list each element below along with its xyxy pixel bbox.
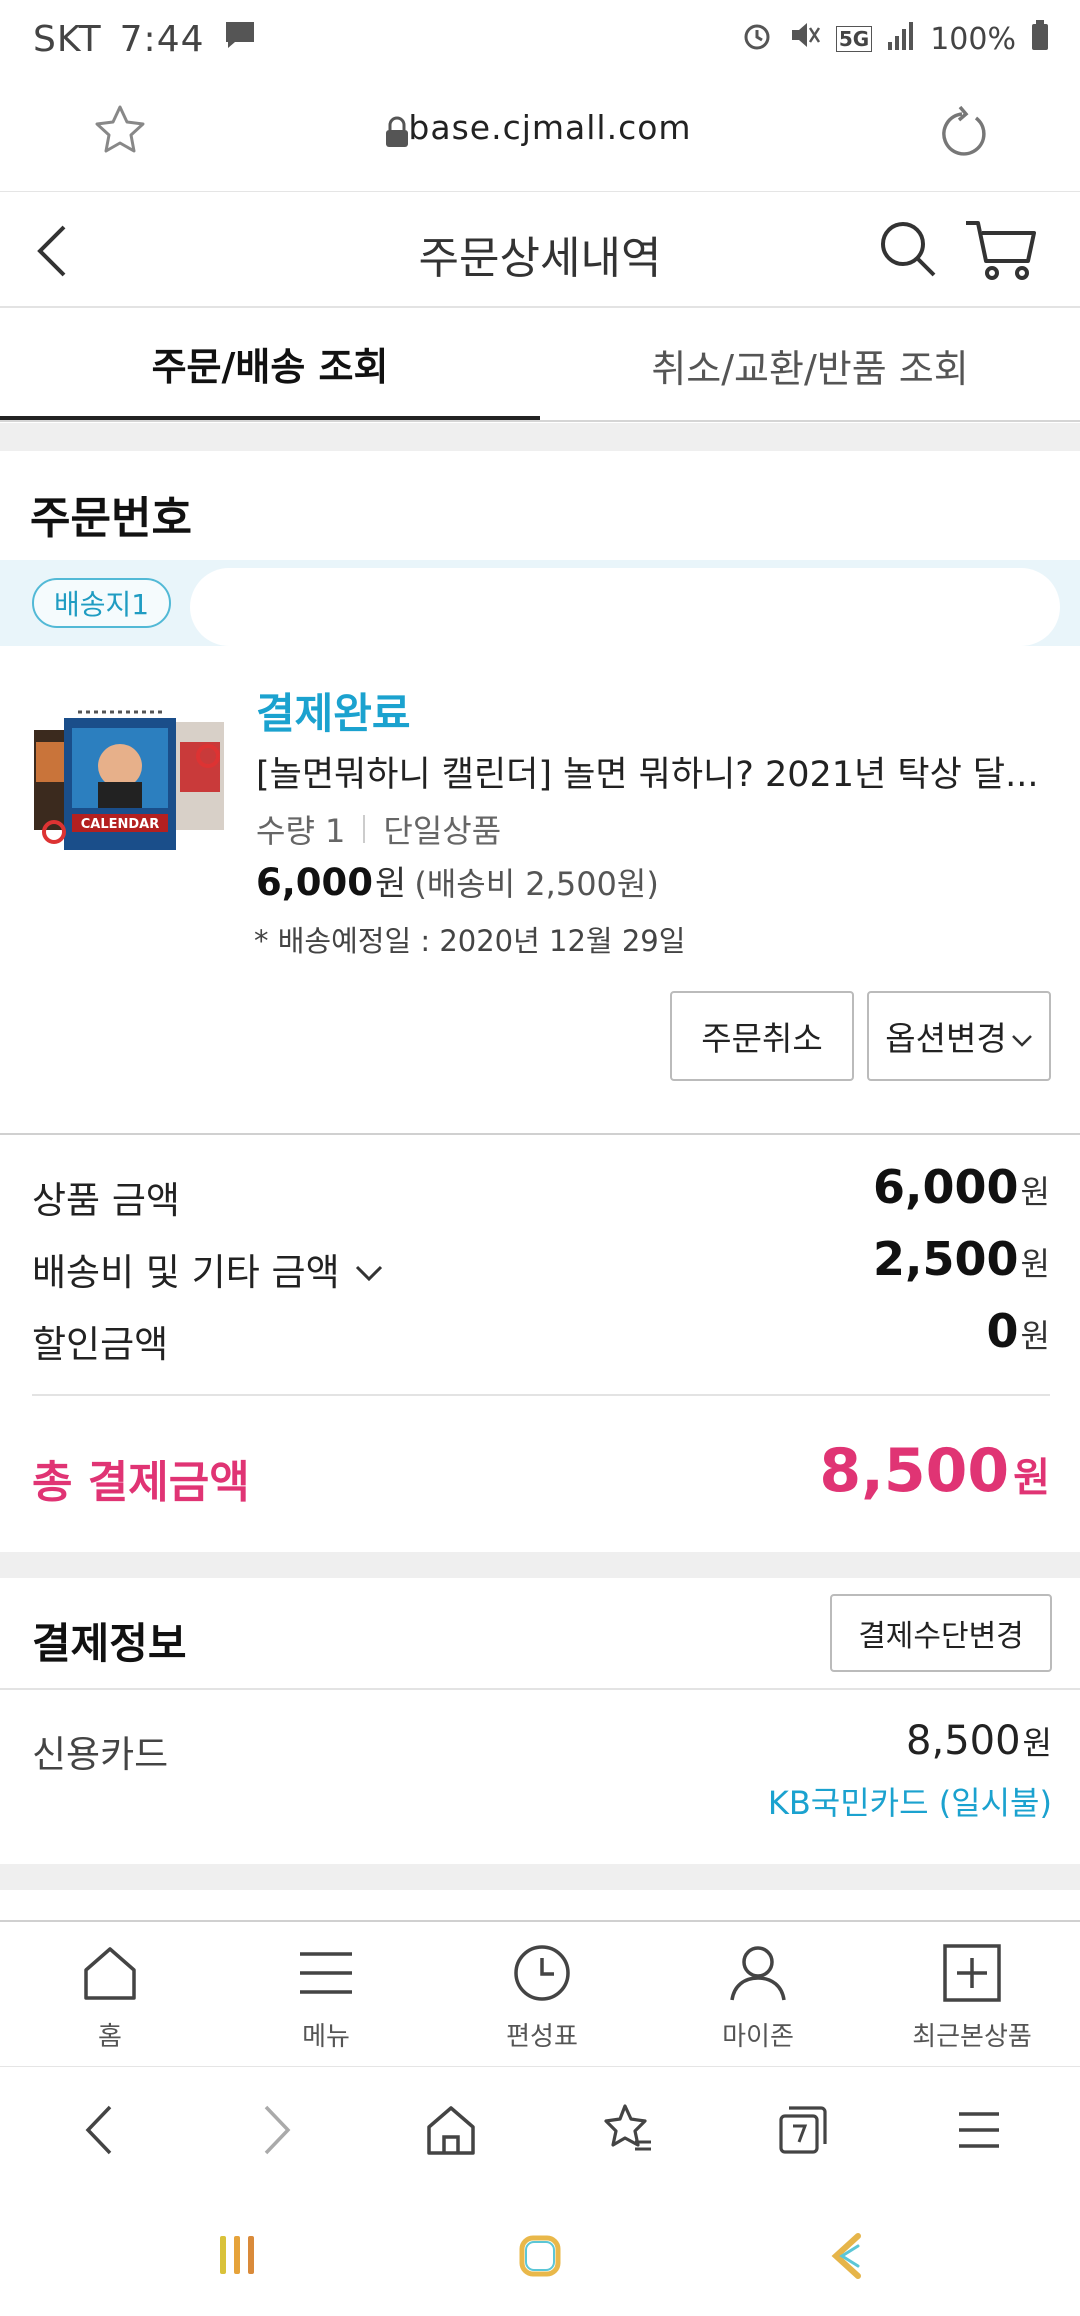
clock: 7:44 bbox=[119, 19, 205, 60]
product-image[interactable]: CALENDAR bbox=[34, 682, 226, 866]
summary-discount-label: 할인금액 bbox=[32, 1323, 169, 1366]
quantity-label: 수량 1 bbox=[256, 812, 346, 850]
shipping-address-redacted bbox=[190, 568, 1060, 646]
price-row: 6,000 원 (배송비 2,500원) bbox=[256, 856, 659, 905]
section-gap bbox=[0, 1552, 1080, 1578]
status-bar: SKT 7:44 5G 100% bbox=[0, 0, 1080, 80]
browser-toolbar bbox=[0, 2066, 1080, 2192]
summary-shipping-label: 배송비 및 기타 금액 bbox=[32, 1251, 340, 1294]
nav-home[interactable]: 홈 bbox=[2, 1944, 218, 2053]
summary-discount-amount: 0 bbox=[986, 1304, 1019, 1358]
summary-shipping-label-row[interactable]: 배송비 및 기타 금액 bbox=[32, 1242, 384, 1296]
nav-home-label: 홈 bbox=[98, 2022, 122, 2052]
tab-cancel-exchange-return[interactable]: 취소/교환/반품 조회 bbox=[540, 310, 1080, 420]
system-back-icon[interactable] bbox=[828, 2230, 864, 2286]
nav-menu[interactable]: 메뉴 bbox=[218, 1944, 434, 2053]
change-payment-button[interactable]: 결제수단변경 bbox=[830, 1594, 1052, 1672]
payment-amount-value: 8,500 원 bbox=[906, 1718, 1052, 1764]
summary-shipping-value: 2,500 원 bbox=[873, 1232, 1050, 1286]
payment-status: 결제완료 bbox=[256, 689, 411, 738]
total-amount: 8,500 bbox=[819, 1436, 1010, 1506]
browser-forward-icon[interactable] bbox=[242, 2095, 312, 2165]
summary-divider bbox=[32, 1394, 1050, 1396]
summary-discount-value: 0 원 bbox=[987, 1304, 1050, 1358]
price-unit: 원 bbox=[375, 864, 407, 904]
status-left: SKT 7:44 bbox=[33, 18, 257, 61]
recent-apps-icon[interactable] bbox=[214, 2232, 260, 2282]
network-label: 5G bbox=[835, 26, 873, 52]
browser-menu-icon[interactable] bbox=[944, 2095, 1014, 2165]
carrier-label: SKT bbox=[33, 19, 102, 60]
summary-shipping-unit: 원 bbox=[1020, 1245, 1050, 1283]
summary-product-amount: 6,000 bbox=[873, 1160, 1019, 1214]
delivery-date: * 배송예정일 : 2020년 12월 29일 bbox=[254, 924, 686, 958]
product-price: 6,000 bbox=[256, 861, 374, 904]
total-amount-label: 총 결제금액 bbox=[32, 1457, 250, 1508]
plus-box-icon bbox=[942, 1944, 1002, 2006]
section-gap bbox=[0, 423, 1080, 451]
product-name[interactable]: [놀면뭐하니 캘린더] 놀면 뭐하니? 2021년 탁상 달... bbox=[256, 746, 1046, 797]
browser-bookmarks-icon[interactable] bbox=[592, 2095, 662, 2165]
chevron-down-icon bbox=[1011, 1017, 1033, 1056]
browser-tabs-icon[interactable] bbox=[768, 2095, 838, 2165]
nav-myzone[interactable]: 마이존 bbox=[650, 1944, 866, 2053]
tab-order-delivery[interactable]: 주문/배송 조회 bbox=[0, 310, 540, 420]
alarm-icon bbox=[740, 18, 774, 60]
summary-product-amount-label: 상품 금액 bbox=[32, 1179, 180, 1222]
chevron-down-icon bbox=[354, 1248, 384, 1291]
payment-info-title: 결제정보 bbox=[32, 1619, 187, 1668]
total-amount-value: 8,500 원 bbox=[819, 1436, 1050, 1506]
nav-recent-label: 최근본상품 bbox=[912, 2022, 1032, 2052]
nav-myzone-label: 마이존 bbox=[722, 2022, 794, 2052]
section-divider bbox=[0, 1688, 1080, 1690]
product-type: 단일상품 bbox=[383, 812, 502, 850]
bottom-nav: 홈 메뉴 편성표 마이존 최근본상품 bbox=[0, 1920, 1080, 2066]
browser-home-icon[interactable] bbox=[416, 2095, 486, 2165]
change-option-label: 옵션변경 bbox=[885, 1019, 1007, 1058]
system-home-icon[interactable] bbox=[516, 2232, 564, 2284]
nav-schedule-label: 편성표 bbox=[506, 2022, 578, 2052]
card-name: KB국민카드 (일시불) bbox=[767, 1784, 1052, 1822]
home-icon bbox=[80, 1944, 140, 2006]
summary-shipping-amount: 2,500 bbox=[873, 1232, 1019, 1286]
order-number-label: 주문번호 bbox=[30, 493, 192, 544]
quantity-row: 수량 1 단일상품 bbox=[256, 806, 501, 852]
payment-method: 신용카드 bbox=[32, 1733, 169, 1776]
menu-icon bbox=[296, 1944, 356, 2006]
page-title: 주문상세내역 bbox=[418, 233, 662, 284]
summary-discount-unit: 원 bbox=[1020, 1317, 1050, 1355]
order-tabs: 주문/배송 조회 취소/교환/반품 조회 bbox=[0, 310, 1080, 422]
battery-icon bbox=[1030, 18, 1050, 60]
separator bbox=[363, 815, 366, 843]
change-option-button[interactable]: 옵션변경 bbox=[867, 991, 1051, 1081]
cancel-order-button[interactable]: 주문취소 bbox=[670, 991, 854, 1081]
section-gap bbox=[0, 1864, 1080, 1890]
browser-back-icon[interactable] bbox=[64, 2095, 134, 2165]
system-nav-bar bbox=[0, 2192, 1080, 2316]
shipping-badge: 배송지1 bbox=[32, 578, 172, 628]
url-text[interactable]: base.cjmall.com bbox=[0, 108, 1080, 147]
battery-label: 100% bbox=[930, 21, 1016, 57]
clock-icon bbox=[512, 1944, 572, 2006]
payment-amount-unit: 원 bbox=[1022, 1724, 1052, 1762]
summary-product-amount-unit: 원 bbox=[1020, 1173, 1050, 1211]
user-icon bbox=[728, 1944, 788, 2006]
section-divider bbox=[0, 1133, 1080, 1135]
shipping-fee-note: (배송비 2,500원) bbox=[414, 865, 659, 903]
status-right: 5G 100% bbox=[740, 18, 1050, 60]
signal-icon bbox=[886, 18, 916, 60]
svg-text:CALENDAR: CALENDAR bbox=[81, 817, 160, 832]
nav-recent-products[interactable]: 최근본상품 bbox=[864, 1944, 1080, 2053]
nav-schedule[interactable]: 편성표 bbox=[434, 1944, 650, 2053]
message-icon bbox=[223, 18, 257, 61]
payment-amount: 8,500 bbox=[906, 1718, 1021, 1764]
mute-icon bbox=[788, 18, 822, 60]
nav-menu-label: 메뉴 bbox=[302, 2022, 350, 2052]
summary-product-amount-value: 6,000 원 bbox=[873, 1160, 1050, 1214]
total-amount-unit: 원 bbox=[1013, 1455, 1050, 1501]
